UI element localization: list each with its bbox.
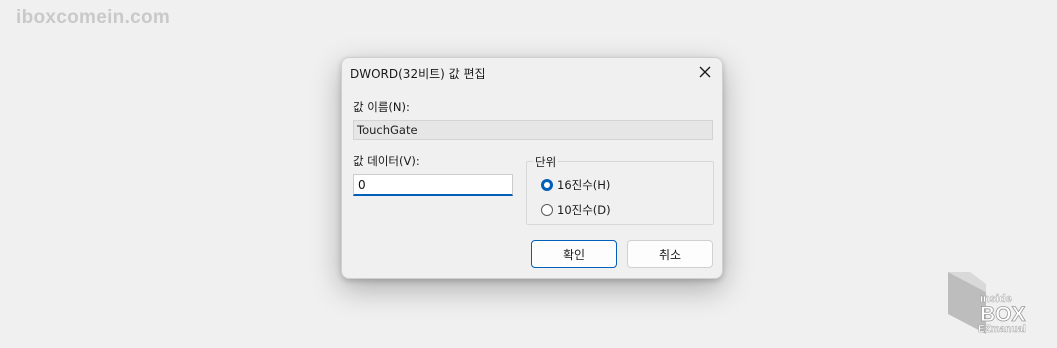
base-group-legend: 단위	[533, 154, 559, 170]
radio-hex-label: 16진수(H)	[557, 178, 611, 192]
logo-line3: EZmanual	[978, 324, 1026, 335]
radio-hex[interactable]: 16진수(H)	[541, 177, 610, 193]
radio-decimal-indicator[interactable]	[541, 204, 553, 216]
value-name-label: 값 이름(N):	[353, 100, 410, 114]
insidebox-logo: inside BOX EZmanual	[946, 270, 1046, 336]
logo-line2: BOX	[980, 303, 1026, 326]
radio-hex-indicator[interactable]	[541, 179, 553, 191]
edit-dword-dialog: DWORD(32비트) 값 편집 값 이름(N): TouchGate 값 데이…	[341, 57, 723, 279]
value-data-label: 값 데이터(V):	[353, 154, 420, 168]
close-button[interactable]	[694, 61, 716, 83]
ok-button[interactable]: 확인	[531, 240, 617, 268]
radio-decimal-label: 10진수(D)	[557, 203, 611, 217]
site-watermark: iboxcomein.com	[16, 7, 171, 28]
radio-decimal[interactable]: 10진수(D)	[541, 202, 611, 218]
insidebox-logo-graphic: inside BOX EZmanual	[948, 272, 1026, 335]
value-data-input[interactable]	[353, 174, 513, 196]
value-name-field: TouchGate	[353, 120, 713, 140]
base-groupbox: 단위 16진수(H) 10진수(D)	[526, 154, 714, 225]
dialog-title: DWORD(32비트) 값 편집	[350, 67, 486, 81]
dialog-titlebar: DWORD(32비트) 값 편집	[342, 58, 722, 86]
cancel-button[interactable]: 취소	[627, 240, 713, 268]
close-icon	[699, 66, 711, 78]
